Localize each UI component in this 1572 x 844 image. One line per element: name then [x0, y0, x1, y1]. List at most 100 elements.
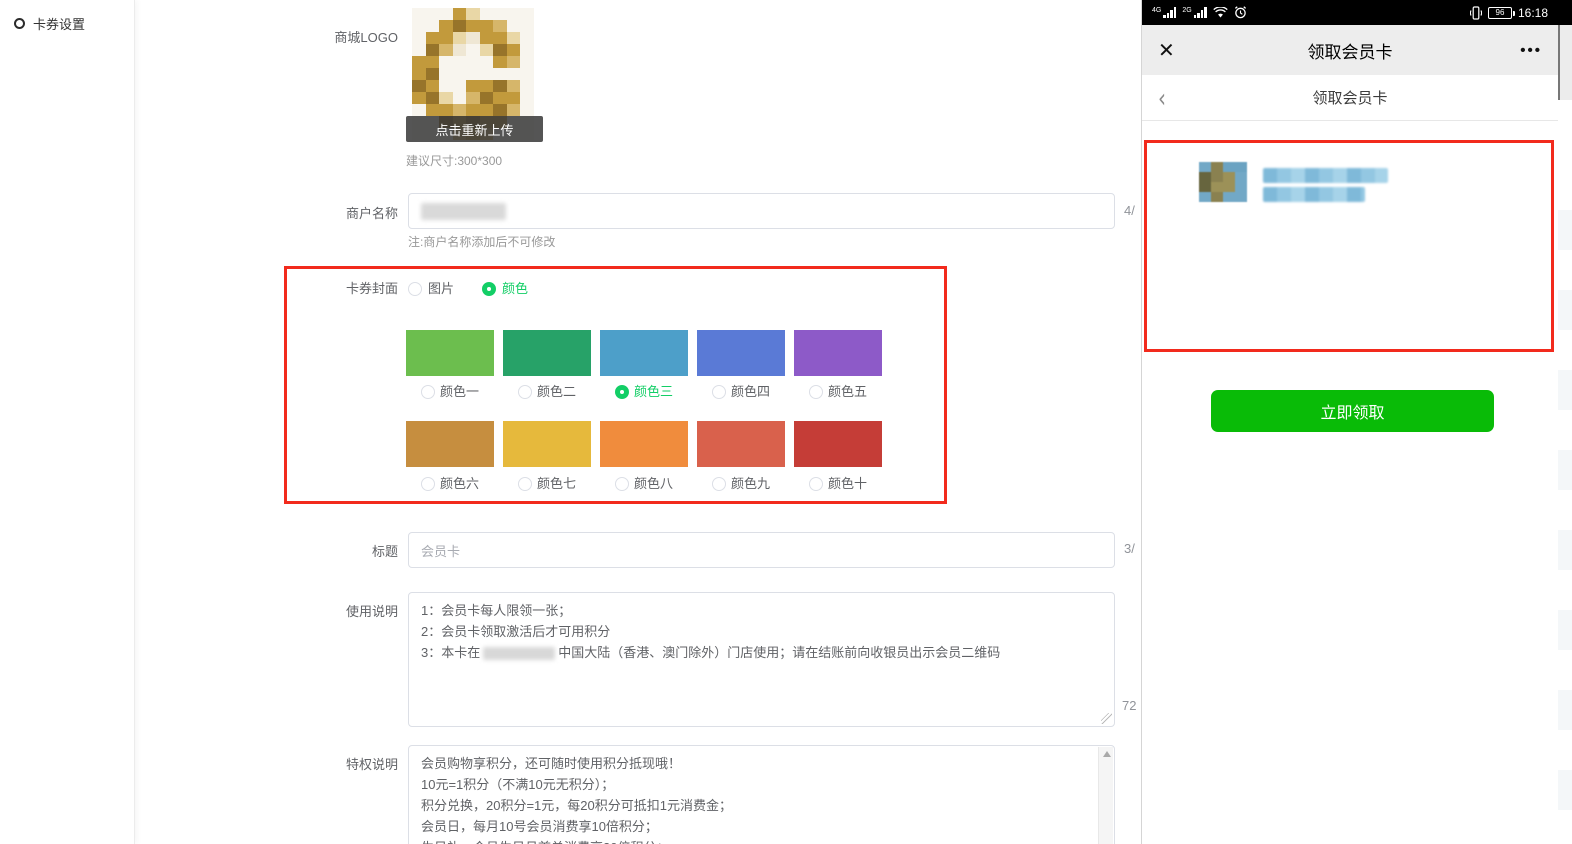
color-swatch-7[interactable]: [503, 421, 591, 467]
color-radio-4[interactable]: 颜色四: [697, 381, 785, 400]
radio-unchecked-icon: [712, 477, 726, 491]
radio-checked-icon: [482, 282, 496, 296]
wifi-icon: [1213, 7, 1228, 19]
radio-unchecked-icon: [421, 385, 435, 399]
card-settings-form: 商城LOGO 点击重新上传 建议尺寸:300*300 商户名称 注:商户名称添加…: [136, 0, 1141, 844]
privilege-label: 特权说明: [198, 754, 398, 773]
merchant-name-counter: 4/: [1124, 203, 1135, 218]
card-shine: [1211, 155, 1461, 167]
color-swatch-6[interactable]: [406, 421, 494, 467]
color-swatch-2[interactable]: [503, 330, 591, 376]
usage-line-2: 2：会员卡领取激活后才可用积分: [421, 621, 1102, 642]
color-radio-3[interactable]: 颜色三: [600, 381, 688, 400]
privilege-text: 会员购物享积分，还可随时使用积分抵现哦！ 10元=1积分（不满10元无积分）； …: [421, 753, 1088, 844]
radio-circle-icon: [14, 18, 25, 29]
card-title-pixelated-line2: [1263, 187, 1365, 202]
color-swatch-9[interactable]: [697, 421, 785, 467]
color-swatch-3[interactable]: [600, 330, 688, 376]
color-swatch-8[interactable]: [600, 421, 688, 467]
merchant-name-note: 注:商户名称添加后不可修改: [408, 233, 555, 250]
color-radio-label: 颜色六: [440, 476, 479, 491]
radio-unchecked-icon: [809, 385, 823, 399]
color-radio-label: 颜色九: [731, 476, 770, 491]
sidebar-item-card-settings[interactable]: 卡券设置: [0, 0, 134, 47]
alarm-clock-icon: [1234, 6, 1247, 19]
color-radio-5[interactable]: 颜色五: [794, 381, 882, 400]
card-logo-pixelated: [1199, 162, 1247, 202]
color-radio-1[interactable]: 颜色一: [406, 381, 494, 400]
radio-unchecked-icon: [809, 477, 823, 491]
color-radio-label: 颜色八: [634, 476, 673, 491]
status-bar: 4G 2G 96 16:18: [1142, 0, 1558, 25]
radio-unchecked-icon: [421, 477, 435, 491]
privilege-scrollbar[interactable]: [1098, 747, 1113, 844]
color-radio-label: 颜色十: [828, 476, 867, 491]
color-radio-label: 颜色一: [440, 384, 479, 399]
logo-upload-area[interactable]: 点击重新上传: [412, 8, 534, 140]
more-menu-icon[interactable]: •••: [1520, 42, 1542, 59]
sliver-statusbar-strip: [1558, 0, 1572, 25]
color-swatch-10[interactable]: [794, 421, 882, 467]
cover-option-color[interactable]: 颜色: [482, 278, 528, 297]
radio-unchecked-icon: [518, 477, 532, 491]
claim-now-button[interactable]: 立即领取: [1211, 390, 1494, 432]
title-counter: 3/: [1124, 541, 1135, 556]
radio-unchecked-icon: [518, 385, 532, 399]
page-title: 领取会员卡: [1142, 87, 1558, 108]
color-swatch-1[interactable]: [406, 330, 494, 376]
adjacent-window-sliver: [1558, 0, 1572, 844]
usage-counter: 72: [1122, 698, 1136, 713]
reupload-button[interactable]: 点击重新上传: [406, 116, 543, 142]
color-radio-label: 颜色二: [537, 384, 576, 399]
color-radio-label: 颜色四: [731, 384, 770, 399]
phone-preview-panel: 4G 2G 96 16:18 领取会员卡 ✕ •••: [1141, 0, 1558, 844]
usage-label: 使用说明: [198, 601, 398, 620]
color-radio-10[interactable]: 颜色十: [794, 473, 882, 492]
sliver-rows-strip: [1558, 170, 1572, 844]
logo-size-hint: 建议尺寸:300*300: [406, 152, 502, 169]
title-input[interactable]: [408, 532, 1115, 568]
signal-4g-icon: 4G: [1152, 7, 1176, 18]
color-radio-2[interactable]: 颜色二: [503, 381, 591, 400]
title-label: 标题: [198, 541, 398, 560]
card-cover-label: 卡券封面: [198, 278, 398, 297]
merchant-name-label: 商户名称: [198, 203, 398, 222]
sliver-header-strip: [1558, 25, 1572, 100]
usage-line-3: 3：本卡在中国大陆（香港、澳门除外）门店使用；请在结账前向收银员出示会员二维码: [421, 642, 1102, 663]
back-chevron-icon[interactable]: ‹: [1158, 82, 1166, 113]
color-radio-7[interactable]: 颜色七: [503, 473, 591, 492]
color-radio-8[interactable]: 颜色八: [600, 473, 688, 492]
close-icon[interactable]: ✕: [1158, 38, 1175, 63]
vibrate-icon: [1470, 6, 1482, 20]
color-swatch-4[interactable]: [697, 330, 785, 376]
page-subheader: 领取会员卡 ‹: [1142, 75, 1558, 121]
color-radio-9[interactable]: 颜色九: [697, 473, 785, 492]
usage-line-1: 1：会员卡每人限领一张；: [421, 600, 1102, 621]
radio-checked-icon: [615, 385, 629, 399]
radio-unchecked-icon: [408, 282, 422, 296]
usage-textarea[interactable]: 1：会员卡每人限领一张； 2：会员卡领取激活后才可用积分 3：本卡在中国大陆（香…: [408, 592, 1115, 727]
radio-unchecked-icon: [712, 385, 726, 399]
logo-label: 商城LOGO: [198, 27, 398, 46]
sidebar: 卡券设置: [0, 0, 135, 844]
wechat-header-title: 领取会员卡: [1142, 38, 1558, 63]
privilege-textarea[interactable]: 会员购物享积分，还可随时使用积分抵现哦！ 10元=1积分（不满10元无积分）； …: [408, 745, 1115, 844]
sidebar-item-label: 卡券设置: [33, 14, 85, 33]
cover-option-image[interactable]: 图片: [408, 278, 454, 297]
card-title-pixelated-line1: [1263, 168, 1388, 183]
battery-icon: 96: [1488, 7, 1512, 19]
signal-2g-icon: 2G: [1182, 7, 1206, 18]
scroll-up-arrow-icon[interactable]: [1103, 751, 1111, 757]
color-radio-label: 颜色七: [537, 476, 576, 491]
color-swatch-5[interactable]: [794, 330, 882, 376]
textarea-resize-grip[interactable]: [1101, 713, 1112, 724]
radio-unchecked-icon: [615, 477, 629, 491]
color-radio-6[interactable]: 颜色六: [406, 473, 494, 492]
member-card-preview: [1183, 152, 1529, 336]
wechat-header: 领取会员卡 ✕ •••: [1142, 25, 1558, 75]
status-time: 16:18: [1518, 6, 1548, 20]
merchant-name-input[interactable]: [408, 193, 1115, 229]
censored-brand-name: [483, 647, 555, 660]
color-radio-label: 颜色三: [634, 384, 673, 399]
merchant-name-censored-value: [421, 203, 506, 220]
